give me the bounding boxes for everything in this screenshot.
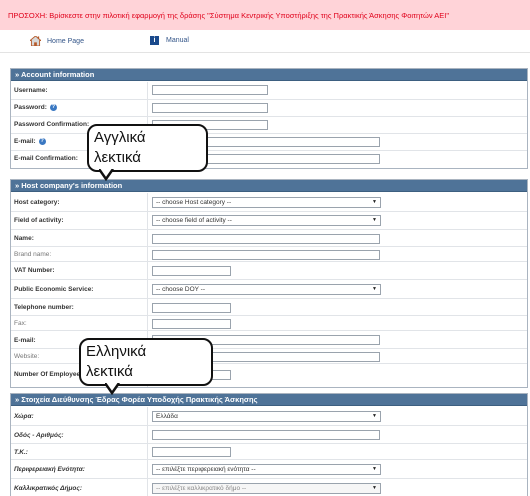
english-callout-line2: λεκτικά	[94, 149, 141, 166]
host-category-row: Host category: -- choose Host category -…	[11, 193, 527, 212]
country-value: Ελλάδα	[156, 413, 178, 420]
chevron-down-icon: ▼	[372, 413, 377, 419]
fax-row: Fax:	[11, 316, 527, 331]
home-page-label: Home Page	[47, 37, 84, 45]
public-economic-service-row: Public Economic Service: -- choose DOY -…	[11, 280, 527, 299]
callout-tail	[99, 169, 115, 181]
street-row: Οδός - Αριθμός:	[11, 426, 527, 444]
region-select[interactable]: -- επιλέξτε περιφερειακή ενότητα -- ▼	[152, 464, 381, 475]
telephone-input[interactable]	[152, 303, 231, 313]
field-of-activity-label: Field of activity:	[14, 217, 64, 224]
password-label: Password:	[14, 104, 47, 112]
password-input[interactable]	[152, 103, 268, 113]
street-label: Οδός - Αριθμός:	[14, 432, 64, 439]
username-label: Username:	[14, 87, 48, 94]
chevron-down-icon: ▼	[372, 217, 377, 223]
telephone-label: Telephone number:	[14, 304, 74, 311]
callout-tail	[105, 383, 121, 395]
region-row: Περιφερειακή Ενότητα: -- επιλέξτε περιφε…	[11, 460, 527, 479]
fax-input[interactable]	[152, 319, 231, 329]
manual-link[interactable]: i Manual	[150, 36, 189, 45]
public-economic-service-select[interactable]: -- choose DOY -- ▼	[152, 284, 381, 295]
host-category-label: Host category:	[14, 199, 60, 206]
fax-label: Fax:	[14, 320, 27, 327]
greek-callout-line2: λεκτικά	[86, 363, 133, 380]
brand-name-input[interactable]	[152, 250, 380, 260]
host-company-header: » Host company's information	[11, 180, 527, 192]
chevron-down-icon: ▼	[372, 485, 377, 491]
name-row: Name:	[11, 230, 527, 247]
brand-name-label: Brand name:	[14, 251, 52, 258]
chevron-down-icon: ▼	[372, 286, 377, 292]
public-economic-service-label: Public Economic Service:	[14, 286, 94, 293]
greek-labels-callout: Ελληνικά λεκτικά	[79, 338, 213, 395]
name-label: Name:	[14, 235, 34, 242]
zip-label: Τ.Κ.:	[14, 449, 28, 456]
greek-callout-line1: Ελληνικά	[86, 343, 147, 360]
telephone-row: Telephone number:	[11, 299, 527, 316]
address-section: » Στοιχεία Διεύθυνσης Έδρας Φορέα Υποδοχ…	[10, 393, 528, 496]
help-icon[interactable]: ?	[49, 104, 57, 111]
name-input[interactable]	[152, 234, 380, 244]
municipality-label: Καλλικρατικός Δήμος:	[14, 485, 83, 492]
field-of-activity-row: Field of activity: -- choose field of ac…	[11, 212, 527, 230]
address-header: » Στοιχεία Διεύθυνσης Έδρας Φορέα Υποδοχ…	[11, 394, 527, 406]
password-row: Password:?	[11, 100, 527, 117]
home-page-link[interactable]: Home Page	[30, 36, 84, 46]
warning-text: ΠΡΟΣΟΧΗ: Βρίσκεστε στην πιλοτική εφαρμογ…	[8, 11, 450, 20]
region-label: Περιφερειακή Ενότητα:	[14, 466, 85, 473]
municipality-row: Καλλικρατικός Δήμος: -- επιλέξτε καλλικρ…	[11, 479, 527, 496]
warning-banner: ΠΡΟΣΟΧΗ: Βρίσκεστε στην πιλοτική εφαρμογ…	[0, 0, 530, 30]
brand-name-row: Brand name:	[11, 247, 527, 262]
field-of-activity-select[interactable]: -- choose field of activity -- ▼	[152, 215, 381, 226]
street-input[interactable]	[152, 430, 380, 440]
info-icon: i	[150, 36, 159, 45]
country-label: Χώρα:	[14, 413, 34, 420]
host-email-label: E-mail:	[14, 337, 36, 344]
home-icon	[30, 36, 41, 46]
top-navigation: Home Page i Manual	[0, 30, 530, 53]
vat-number-input[interactable]	[152, 266, 231, 276]
username-input[interactable]	[152, 85, 268, 95]
english-callout-line1: Αγγλικά	[94, 129, 146, 146]
zip-row: Τ.Κ.:	[11, 444, 527, 460]
region-value: -- επιλέξτε περιφερειακή ενότητα --	[156, 466, 256, 473]
vat-number-label: VAT Number:	[14, 267, 55, 274]
email-confirmation-label: E-mail Confirmation:	[14, 155, 78, 162]
employees-label: Number Of Employees:	[14, 371, 86, 379]
account-information-header: » Account information	[11, 69, 527, 81]
password-confirmation-label: Password Confirmation:	[14, 121, 90, 128]
municipality-value: -- επιλέξτε καλλικρατικό δήμο --	[156, 485, 247, 492]
chevron-down-icon: ▼	[372, 466, 377, 472]
field-of-activity-value: -- choose field of activity --	[156, 217, 232, 224]
chevron-down-icon: ▼	[372, 199, 377, 205]
username-row: Username:	[11, 82, 527, 100]
english-labels-callout: Αγγλικά λεκτικά	[87, 124, 208, 181]
email-label: E-mail:	[14, 138, 36, 146]
public-economic-service-value: -- choose DOY --	[156, 286, 206, 293]
vat-number-row: VAT Number:	[11, 262, 527, 280]
host-category-select[interactable]: -- choose Host category -- ▼	[152, 197, 381, 208]
manual-label: Manual	[166, 37, 189, 44]
website-label: Website:	[14, 353, 40, 360]
help-icon[interactable]: ?	[38, 138, 46, 145]
country-row: Χώρα: Ελλάδα ▼	[11, 407, 527, 426]
host-category-value: -- choose Host category --	[156, 199, 232, 206]
country-select[interactable]: Ελλάδα ▼	[152, 411, 381, 422]
zip-input[interactable]	[152, 447, 231, 457]
municipality-select[interactable]: -- επιλέξτε καλλικρατικό δήμο -- ▼	[152, 483, 381, 494]
